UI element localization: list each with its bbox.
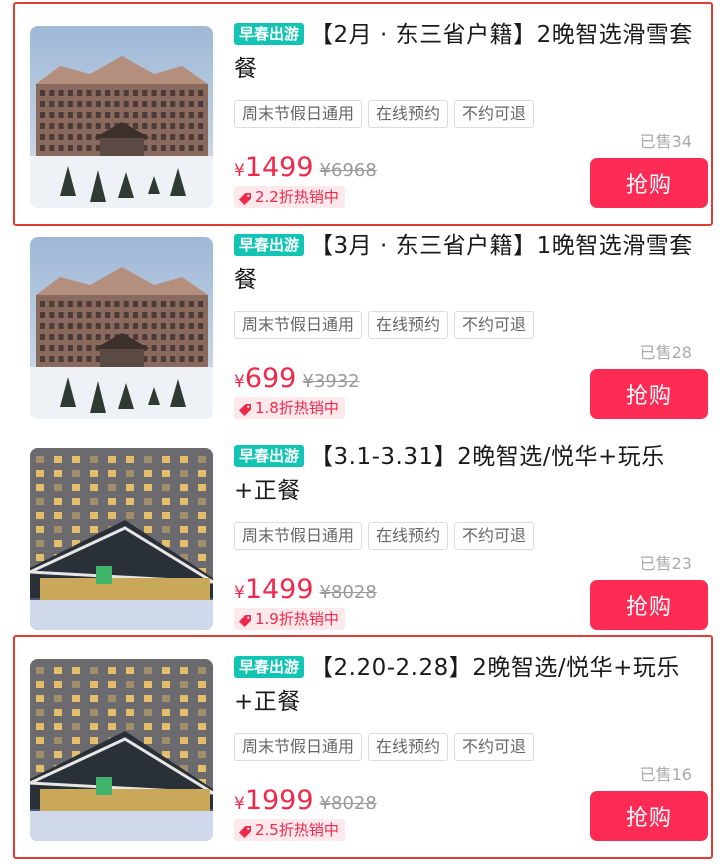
- feature-tags: 周末节假日通用 在线预约 不约可退: [234, 733, 535, 761]
- price-block: ¥1999 ¥8028: [234, 785, 377, 816]
- discount-badge: 2.5折热销中: [234, 819, 345, 841]
- feature-tag: 不约可退: [454, 522, 535, 550]
- sold-count: 已售23: [639, 554, 692, 573]
- feature-tags: 周末节假日通用 在线预约 不约可退: [234, 100, 535, 128]
- sold-count: 已售28: [639, 343, 692, 362]
- product-image[interactable]: [30, 448, 213, 630]
- product-title[interactable]: 早春出游 【2.20-2.28】2晚智选/悦华+玩乐+正餐: [234, 651, 699, 719]
- buy-button[interactable]: 抢购: [590, 369, 708, 419]
- product-image[interactable]: [30, 659, 213, 841]
- product-title[interactable]: 早春出游 【3月 · 东三省户籍】1晚智选滑雪套餐: [234, 229, 699, 297]
- feature-tag: 周末节假日通用: [234, 522, 363, 550]
- currency-symbol: ¥: [234, 583, 245, 603]
- current-price: 1499: [244, 574, 314, 605]
- buy-button[interactable]: 抢购: [590, 791, 708, 841]
- price-block: ¥699 ¥3932: [234, 363, 360, 394]
- promo-badge: 早春出游: [234, 23, 305, 45]
- price-tag-icon: [238, 823, 252, 838]
- feature-tag: 在线预约: [368, 100, 449, 128]
- price-tag-icon: [238, 612, 252, 627]
- feature-tag: 不约可退: [454, 733, 535, 761]
- product-image[interactable]: [30, 237, 213, 419]
- current-price: 1999: [244, 785, 314, 816]
- current-price: 1499: [244, 152, 314, 183]
- discount-text: 2.2折热销中: [255, 188, 339, 206]
- price-tag-icon: [238, 401, 252, 416]
- original-price: ¥3932: [302, 371, 360, 392]
- original-price: ¥8028: [319, 793, 377, 814]
- feature-tag: 周末节假日通用: [234, 100, 363, 128]
- feature-tag: 不约可退: [454, 311, 535, 339]
- price-block: ¥1499 ¥8028: [234, 574, 377, 605]
- product-image[interactable]: [30, 26, 213, 208]
- price-block: ¥1499 ¥6968: [234, 152, 377, 183]
- feature-tags: 周末节假日通用 在线预约 不约可退: [234, 311, 535, 339]
- discount-badge: 1.8折热销中: [234, 397, 345, 419]
- product-card[interactable]: 早春出游 【3.1-3.31】2晚智选/悦华+玩乐+正餐 周末节假日通用 在线预约…: [16, 438, 710, 646]
- current-price: 699: [244, 363, 297, 394]
- feature-tag: 在线预约: [368, 522, 449, 550]
- promo-badge: 早春出游: [234, 234, 305, 256]
- product-card[interactable]: 早春出游 【2月 · 东三省户籍】2晚智选滑雪套餐 周末节假日通用 在线预约 不约…: [13, 2, 713, 226]
- feature-tag: 周末节假日通用: [234, 311, 363, 339]
- sold-count: 已售16: [639, 765, 692, 784]
- buy-button[interactable]: 抢购: [590, 158, 708, 208]
- discount-text: 2.5折热销中: [255, 821, 339, 839]
- currency-symbol: ¥: [234, 372, 245, 392]
- original-price: ¥8028: [319, 582, 377, 603]
- buy-button[interactable]: 抢购: [590, 580, 708, 630]
- price-tag-icon: [238, 190, 252, 205]
- original-price: ¥6968: [319, 160, 377, 181]
- product-title[interactable]: 早春出游 【3.1-3.31】2晚智选/悦华+玩乐+正餐: [234, 440, 699, 508]
- discount-text: 1.9折热销中: [255, 610, 339, 628]
- currency-symbol: ¥: [234, 794, 245, 814]
- product-card[interactable]: 早春出游 【3月 · 东三省户籍】1晚智选滑雪套餐 周末节假日通用 在线预约 不约…: [16, 227, 710, 435]
- discount-badge: 2.2折热销中: [234, 186, 345, 208]
- promo-badge: 早春出游: [234, 656, 305, 678]
- product-card[interactable]: 早春出游 【2.20-2.28】2晚智选/悦华+玩乐+正餐 周末节假日通用 在线预…: [13, 635, 713, 859]
- feature-tag: 在线预约: [368, 311, 449, 339]
- currency-symbol: ¥: [234, 161, 245, 181]
- product-title[interactable]: 早春出游 【2月 · 东三省户籍】2晚智选滑雪套餐: [234, 18, 699, 86]
- discount-text: 1.8折热销中: [255, 399, 339, 417]
- feature-tags: 周末节假日通用 在线预约 不约可退: [234, 522, 535, 550]
- feature-tag: 在线预约: [368, 733, 449, 761]
- discount-badge: 1.9折热销中: [234, 608, 345, 630]
- feature-tag: 周末节假日通用: [234, 733, 363, 761]
- feature-tag: 不约可退: [454, 100, 535, 128]
- sold-count: 已售34: [639, 132, 692, 151]
- promo-badge: 早春出游: [234, 445, 305, 467]
